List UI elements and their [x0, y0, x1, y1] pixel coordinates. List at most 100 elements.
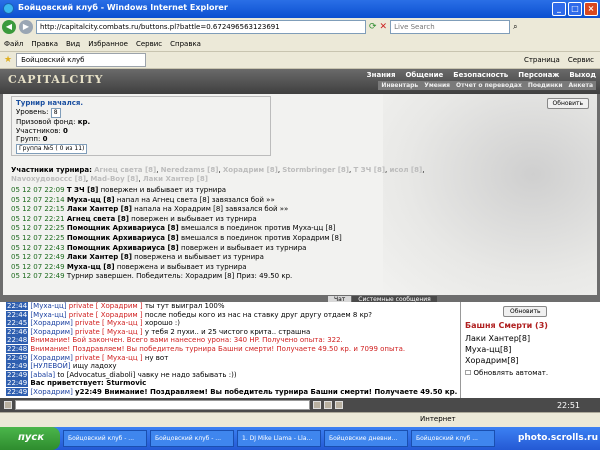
participant[interactable]: исол [8] — [389, 166, 422, 174]
stop-icon[interactable]: ✕ — [380, 22, 388, 32]
groups-count: 0 — [42, 135, 48, 143]
tools-menu[interactable]: Сервис — [568, 56, 594, 64]
level-select[interactable]: 8 — [50, 107, 61, 118]
room-panel: Обновить Башня Смерти (3) Лаки Хантер[8]… — [460, 302, 600, 398]
taskbar-item[interactable]: Бойцовские дневни... — [324, 430, 408, 447]
window-titlebar: Бойцовский клуб - Windows Internet Explo… — [0, 0, 600, 18]
room-user[interactable]: Хорадрим[8] — [465, 355, 530, 366]
internet-zone: Интернет — [420, 415, 456, 423]
menu-item-help[interactable]: Справка — [170, 40, 201, 48]
log-entry: 05 12 07 22:49 Муха-цц [8] повержена и в… — [11, 262, 247, 271]
taskbar-item[interactable]: Бойцовский клуб - ... — [63, 430, 147, 447]
game-area: Турнир начался. Уровень: 8 Призовой фонд… — [0, 94, 600, 295]
nav-character[interactable]: Персонаж — [518, 71, 559, 79]
tab-bar: ★ Бойцовский клуб Страница Сервис — [0, 52, 600, 69]
menu-bar: Файл Правка Вид Избранное Сервис Справка — [0, 36, 600, 52]
minimize-button[interactable]: _ — [552, 2, 566, 16]
favorites-star-icon[interactable]: ★ — [4, 55, 12, 65]
back-icon[interactable]: ◀ — [2, 20, 16, 34]
watermark: photo.scrolls.ru — [517, 433, 598, 443]
prize-label: Призовой фонд: — [16, 118, 76, 126]
clear-icon[interactable] — [324, 401, 332, 409]
chat-message: 22:49 [НУЛЕВОЙ] ищу ладоху — [6, 362, 117, 371]
nav-skills[interactable]: Умения — [424, 82, 450, 89]
taskbar-item[interactable]: 1. DJ Mike Llama - Lla... — [237, 430, 321, 447]
game-nav-top: Знания Общение Безопасность Персонаж Вых… — [367, 71, 596, 79]
participants-count-label: Участников: — [16, 126, 61, 135]
room-user[interactable]: Лаки Хантер[8] — [465, 333, 530, 344]
participant[interactable]: Хорадрим [8] — [223, 166, 278, 174]
log-entry: 05 12 07 22:25 Помощник Архивариуса [8] … — [11, 224, 336, 233]
log-entry: 05 12 07 22:09 Т ЗЧ [8] повержен и выбыв… — [11, 186, 227, 194]
tournament-log: 05 12 07 22:09 Т ЗЧ [8] повержен и выбыв… — [11, 186, 481, 282]
address-input[interactable] — [36, 20, 366, 34]
level-label: Уровень: — [16, 107, 49, 116]
room-users: Лаки Хантер[8] Муха-цц[8] Хорадрим[8] — [465, 333, 530, 366]
chat-message: 22:44 [Муха-цц] private [ Хорадрим ] пос… — [6, 310, 372, 319]
forward-icon[interactable]: ▶ — [19, 20, 33, 34]
nav-profile[interactable]: Анкета — [569, 82, 593, 89]
nav-communication[interactable]: Общение — [405, 71, 443, 79]
chat-input[interactable] — [15, 400, 310, 410]
participant[interactable]: Mad-Boy [8] — [90, 175, 138, 183]
chat-message: 22:49 [abala] to [Advocatus_diaboli] чав… — [6, 370, 237, 379]
menu-item-view[interactable]: Вид — [66, 40, 80, 48]
smiley-icon[interactable] — [335, 401, 343, 409]
participant[interactable]: Лаки Хантер [8] — [143, 175, 208, 183]
room-refresh-button[interactable]: Обновить — [503, 306, 548, 317]
refresh-button[interactable]: Обновить — [546, 98, 589, 109]
chat-message: 22:49 [Хорадрим] y22:49 Внимание! Поздра… — [6, 387, 458, 398]
chat-message: 22:45 [Хорадрим] private [ Муха-цц ] хор… — [6, 319, 180, 328]
refresh-icon[interactable]: ⟳ — [369, 22, 377, 32]
search-input[interactable] — [390, 20, 511, 34]
nav-exit[interactable]: Выход — [569, 71, 596, 79]
game-clock: 22:51 — [556, 400, 580, 410]
search-icon[interactable]: ⌕ — [513, 22, 517, 32]
participants-list: Участники турнира: Агнец света [8], Nere… — [11, 166, 425, 183]
game-nav-sub: Инвентарь Умения Отчет о переводах Поеди… — [378, 81, 596, 90]
log-entry: 05 12 07 22:49 Турнир завершен. Победите… — [11, 272, 293, 281]
participant[interactable]: Агнец света [8] — [94, 166, 156, 174]
taskbar-item[interactable]: Бойцовский клуб - ... — [150, 430, 234, 447]
tournament-box: Турнир начался. Уровень: 8 Призовой фонд… — [11, 96, 271, 156]
nav-fights[interactable]: Поединки — [528, 82, 563, 89]
tournament-status: Турнир начался. — [16, 99, 84, 107]
taskbar-item[interactable]: Бойцовский клуб ... — [411, 430, 495, 447]
participant[interactable]: Т ЗЧ [8] — [353, 166, 385, 174]
nav-security[interactable]: Безопасность — [453, 71, 508, 79]
address-bar: ◀ ▶ ⟳ ✕ ⌕ — [0, 18, 600, 36]
send-icon[interactable] — [313, 401, 321, 409]
chat-log: 22:44 [Муха-цц] private [ Хорадрим ] ты … — [0, 302, 460, 398]
participant[interactable]: Stormbringer [8] — [282, 166, 349, 174]
start-button[interactable]: пуск — [0, 427, 60, 450]
auto-refresh-checkbox[interactable]: ☐ Обновлять автомат. — [465, 369, 548, 377]
close-button[interactable]: × — [584, 2, 598, 16]
chat-message: 22:46 [Хорадрим] private [ Муха-цц ] у т… — [6, 327, 311, 336]
chat-separator — [0, 295, 600, 302]
taskbar: пуск Бойцовский клуб - ... Бойцовский кл… — [0, 427, 600, 450]
menu-item-file[interactable]: Файл — [4, 40, 23, 48]
participants-title: Участники турнира: — [11, 166, 92, 174]
menu-item-favorites[interactable]: Избранное — [88, 40, 128, 48]
page-menu[interactable]: Страница — [524, 56, 560, 64]
room-title: Башня Смерти (3) — [465, 321, 548, 330]
participants-count: 0 — [62, 126, 68, 135]
menu-item-edit[interactable]: Правка — [31, 40, 58, 48]
nav-transfers[interactable]: Отчет о переводах — [456, 82, 522, 89]
log-entry: 05 12 07 22:21 Агнец света [8] повержен … — [11, 214, 257, 223]
chat-message: 22:48 Внимание! Поздравляем! Вы победите… — [6, 344, 406, 353]
groups-label: Групп: — [16, 135, 41, 143]
game-logo: CAPITALCITY — [8, 73, 104, 86]
log-entry: 05 12 07 22:49 Лаки Хантер [8] повержена… — [11, 253, 264, 262]
chat-icon[interactable] — [4, 401, 12, 409]
tab-combats[interactable]: Бойцовский клуб — [16, 53, 147, 67]
nav-inventory[interactable]: Инвентарь — [381, 82, 418, 89]
room-user[interactable]: Муха-цц[8] — [465, 344, 530, 355]
maximize-button[interactable]: □ — [568, 2, 582, 16]
participant[interactable]: Neredzams [8] — [161, 166, 219, 174]
participant[interactable]: Navoxудовоссс [8] — [11, 175, 86, 183]
chat-message: 22:49 Вас приветствует: Sturmovic — [6, 379, 147, 388]
menu-item-tools[interactable]: Сервис — [136, 40, 162, 48]
nav-knowledge[interactable]: Знания — [367, 71, 396, 79]
group-select[interactable]: Группа №5 ( 0 из 11) — [16, 143, 88, 154]
